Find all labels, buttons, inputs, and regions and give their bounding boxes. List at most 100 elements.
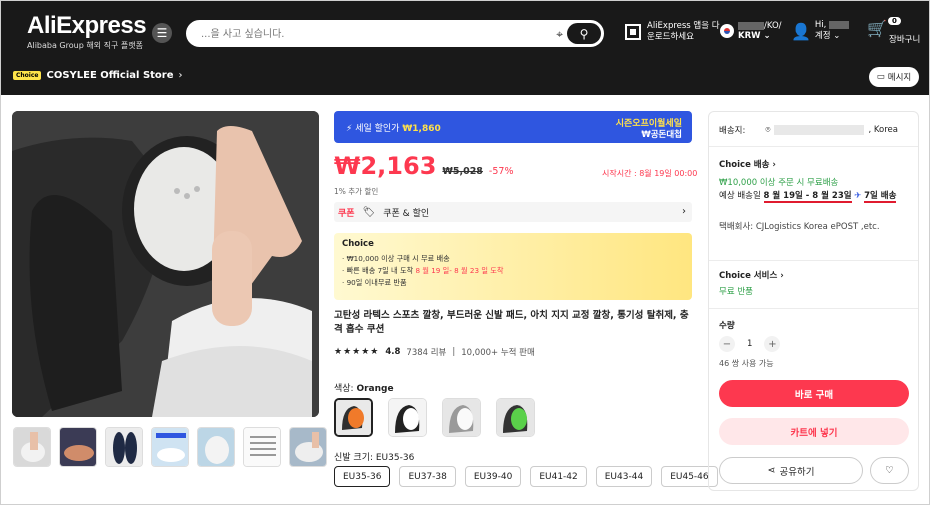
sold-count: 10,000+ 누적 판매 (461, 348, 535, 358)
search-button[interactable]: ⚲ (567, 23, 601, 44)
size-eu35-36[interactable]: EU35-36 (334, 466, 391, 487)
sale-banner[interactable]: ⚡ 세일 할인가 ₩1,860 시즌오프이월세일 ₩공돈대첩 (334, 111, 692, 143)
sale-label: 세일 할인가 (355, 124, 400, 134)
app-line-2: 운로드하세요 (647, 32, 694, 42)
choice-delivery-dates: 8 월 19 일- 8 월 23 일 도착 (415, 266, 504, 275)
aliexpress-logo[interactable]: AliExpress Alibaba Group 해외 직구 플랫폼 (27, 14, 147, 51)
sale-start-time: 시작시간 : 8월 19일 00:00 (602, 169, 698, 178)
extra-discount: 1% 추가 할인 (334, 187, 379, 196)
divider (709, 146, 918, 147)
chevron-right-icon: › (772, 160, 776, 170)
swatch-4[interactable] (496, 398, 535, 437)
size-eu43-44[interactable]: EU43-44 (595, 466, 653, 487)
rating-score: 4.8 (385, 347, 401, 357)
eta-dates: 8 월 19일 - 8 월 23일 (763, 191, 852, 203)
plus-button[interactable]: + (764, 336, 781, 352)
thumbnail-1[interactable] (13, 427, 51, 467)
cart-icon: 🛒 (867, 19, 887, 38)
choice-line-3: · 90일 이내무료 반품 (342, 278, 407, 287)
store-name: COSYLEE Official Store (46, 70, 174, 81)
cart-count-badge: 0 (888, 17, 901, 25)
account-label: 계정 (814, 31, 831, 41)
coupon-badge: 쿠폰 (338, 208, 355, 219)
choice-benefits: Choice · ₩10,000 이상 구매 시 무료 배송 · 빠른 배송 7… (334, 233, 692, 300)
coupon-row[interactable]: 쿠폰 🏷 쿠폰 & 할인 › (334, 202, 692, 222)
person-icon: 👤 (791, 21, 811, 41)
cart-label: 장바구니 (889, 35, 921, 45)
share-label: 공유하기 (779, 466, 815, 478)
eta-days: 7일 배송 (864, 191, 897, 203)
product-main-image[interactable] (12, 111, 319, 417)
search-icon: ⚲ (579, 26, 589, 41)
message-label: 메시지 (887, 73, 912, 83)
current-price: ₩2,163 (334, 152, 437, 180)
redacted-address (774, 125, 865, 135)
wishlist-button[interactable]: ♡ (870, 457, 909, 484)
chevron-right-icon: › (178, 70, 183, 81)
swatch-3[interactable] (442, 398, 481, 437)
region-language: /KO/ (764, 21, 782, 31)
chevron-right-icon: › (682, 206, 686, 217)
menu-icon[interactable]: ☰ (152, 23, 172, 43)
insole-image (12, 111, 319, 417)
ship-country: , Korea (868, 125, 898, 135)
rating-row[interactable]: ★★★★★ 4.8 7384 리뷰 | 10,000+ 누적 판매 (334, 346, 535, 358)
redacted-text (738, 21, 764, 30)
ship-to-row[interactable]: 배송지: ⌾ , Korea (719, 124, 898, 136)
size-eu41-42[interactable]: EU41-42 (530, 466, 587, 487)
size-options: EU35-36 EU37-38 EU39-40 EU41-42 EU43-44 … (334, 466, 718, 487)
swatch-2[interactable] (388, 398, 427, 437)
color-label: 색상: Orange (334, 384, 394, 394)
choice-line-2: · 빠른 배송 7일 내 도착 8 월 19 일- 8 월 23 일 도착 (342, 266, 504, 275)
estimated-delivery: 예상 배송일 8 월 19일 - 8 월 23일 ✈ 7일 배송 (719, 191, 897, 203)
thumbnail-3[interactable] (105, 427, 143, 467)
camera-search-icon[interactable]: ⌖ (556, 27, 563, 42)
coupon-text: 쿠폰 & 할인 (383, 208, 430, 219)
qr-code-icon (625, 24, 641, 40)
buy-now-button[interactable]: 바로 구매 (719, 380, 909, 407)
message-button[interactable]: ▭ 메시지 (869, 67, 919, 87)
size-eu39-40[interactable]: EU39-40 (464, 466, 522, 487)
swatch-orange[interactable] (334, 398, 373, 437)
product-title: 고탄성 라텍스 스포츠 깔창, 부드러운 신발 패드, 아치 지지 교정 깔창,… (334, 310, 689, 335)
thumbnail-5[interactable] (197, 427, 235, 467)
available-stock: 46 쌍 사용 가능 (719, 359, 774, 368)
add-to-cart-button[interactable]: 카트에 넣기 (719, 418, 909, 445)
original-price: ₩5,028 (442, 166, 483, 177)
search-input[interactable] (201, 26, 541, 42)
sale-price: ₩1,860 (402, 124, 441, 134)
free-shipping-text: ₩10,000 이상 주문 시 무료배송 (719, 178, 839, 188)
store-link[interactable]: Choice COSYLEE Official Store › (13, 70, 183, 81)
free-return-text: 무료 반품 (719, 287, 753, 297)
thumbnail-4[interactable] (151, 427, 189, 467)
choice-service-link[interactable]: Choice 서비스 › (719, 269, 784, 281)
size-eu37-38[interactable]: EU37-38 (399, 466, 456, 487)
season-sale-sub: ₩공돈대첩 (641, 130, 682, 140)
thumbnail-2[interactable] (59, 427, 97, 467)
share-button[interactable]: ⋖ 공유하기 (719, 457, 863, 484)
chevron-down-icon: ⌄ (833, 31, 841, 41)
thumbnail-strip (13, 427, 327, 467)
account-greeting: Hi, (814, 20, 827, 30)
app-download[interactable]: AliExpress 앱을 다 운로드하세요 (625, 21, 720, 43)
thumbnail-6[interactable] (243, 427, 281, 467)
region-selector[interactable]: /KO/ KRW ⌄ (720, 21, 782, 41)
account-menu[interactable]: 👤 Hi, 계정 ⌄ (791, 20, 850, 42)
quantity-label: 수량 (719, 321, 735, 331)
choice-badge: Choice (13, 71, 42, 80)
choice-delivery-link[interactable]: Choice 배송 › (719, 158, 776, 170)
thumbnail-7[interactable] (289, 427, 327, 467)
minus-button[interactable]: − (719, 336, 735, 352)
cart-button[interactable]: 🛒 0 장바구니 (867, 17, 920, 45)
quantity-stepper: − 1 + (719, 336, 781, 352)
color-value: Orange (356, 384, 394, 394)
chevron-right-icon: › (780, 271, 784, 281)
review-count[interactable]: 7384 리뷰 (406, 346, 446, 358)
redacted-name (829, 20, 850, 29)
heart-icon: ♡ (885, 465, 894, 476)
divider (709, 308, 918, 309)
location-pin-icon: ⌾ (765, 125, 771, 135)
star-rating-icon: ★★★★★ (334, 347, 380, 357)
carrier-info: 택배회사: CJLogistics Korea ePOST ,etc. (719, 222, 880, 232)
brand-sub: Alibaba Group 해외 직구 플랫폼 (27, 41, 143, 50)
